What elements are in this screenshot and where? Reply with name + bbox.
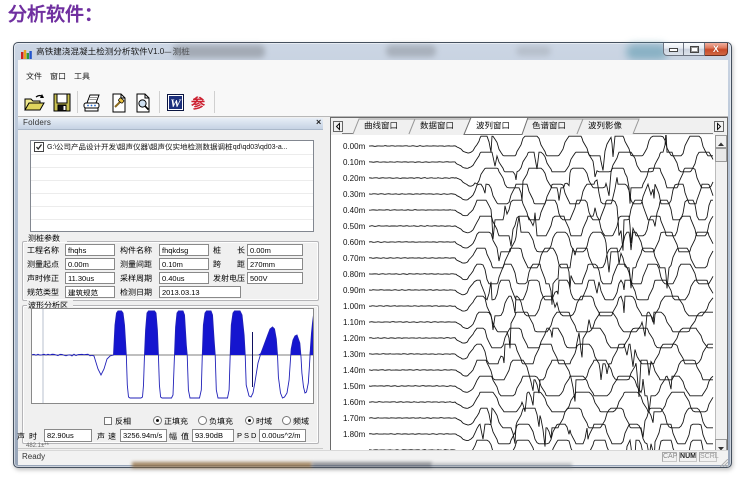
svg-text:1.70m: 1.70m bbox=[343, 414, 366, 423]
svg-text:0.70m: 0.70m bbox=[343, 254, 366, 263]
svg-text:1.50m: 1.50m bbox=[343, 382, 366, 391]
svg-text:1.10m: 1.10m bbox=[343, 318, 366, 327]
svg-text:0.00m: 0.00m bbox=[343, 142, 366, 151]
svg-text:1.60m: 1.60m bbox=[343, 398, 366, 407]
svg-text:0.60m: 0.60m bbox=[343, 238, 366, 247]
svg-text:0.20m: 0.20m bbox=[343, 174, 366, 183]
svg-text:0.30m: 0.30m bbox=[343, 190, 366, 199]
svg-text:0.40m: 0.40m bbox=[343, 206, 366, 215]
svg-text:1.40m: 1.40m bbox=[343, 366, 366, 375]
svg-text:0.80m: 0.80m bbox=[343, 270, 366, 279]
svg-text:1.30m: 1.30m bbox=[343, 350, 366, 359]
svg-text:0.50m: 0.50m bbox=[343, 222, 366, 231]
svg-text:1.00m: 1.00m bbox=[343, 302, 366, 311]
svg-text:1.80m: 1.80m bbox=[343, 430, 366, 439]
svg-text:0.90m: 0.90m bbox=[343, 286, 366, 295]
svg-text:1.20m: 1.20m bbox=[343, 334, 366, 343]
svg-text:0.10m: 0.10m bbox=[343, 158, 366, 167]
